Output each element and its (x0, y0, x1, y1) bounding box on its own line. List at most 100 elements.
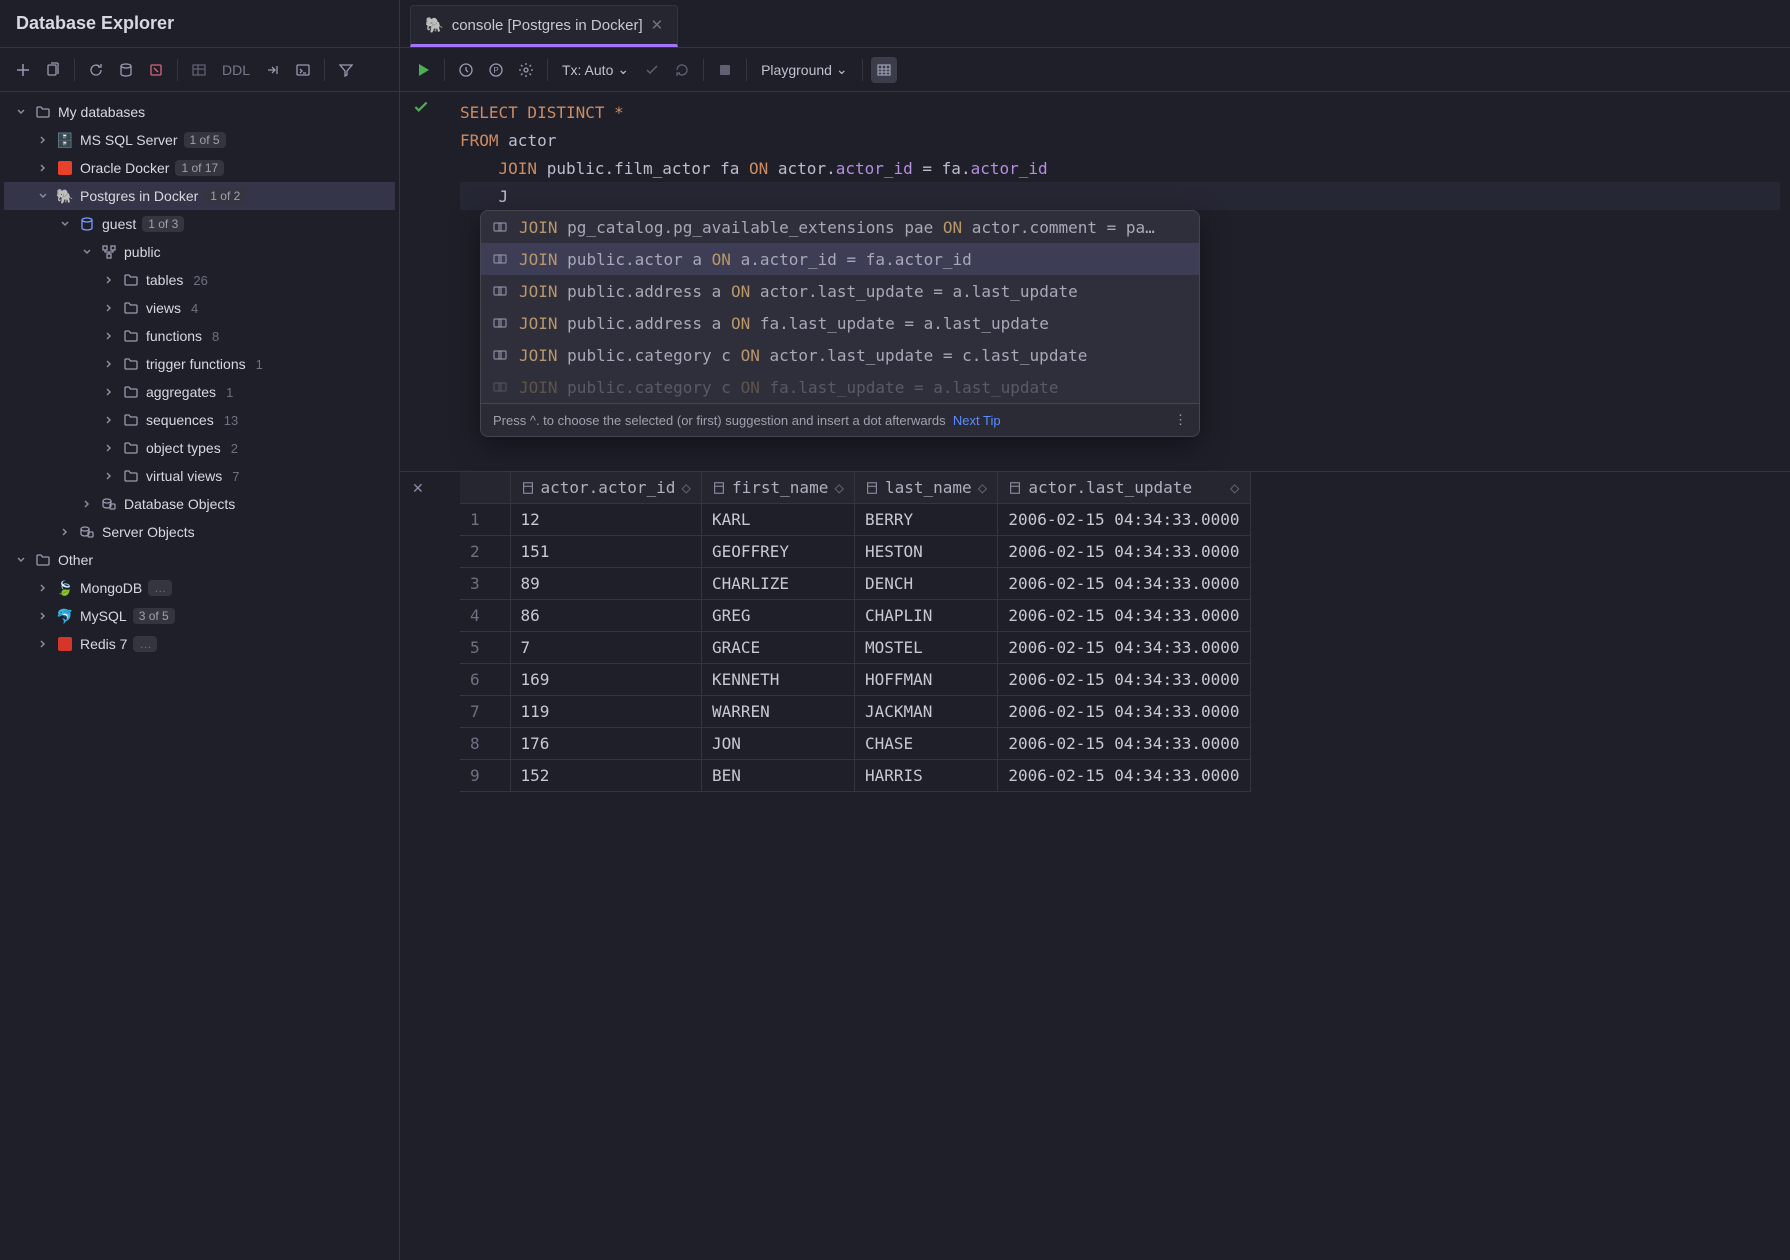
cell-first-name[interactable]: KENNETH (702, 664, 855, 696)
autocomplete-item[interactable]: JOIN public.actor a ON a.actor_id = fa.a… (481, 243, 1199, 275)
tree-item[interactable]: aggregates1 (4, 378, 395, 406)
cell-last-name[interactable]: MOSTEL (854, 632, 997, 664)
chevron-right-icon[interactable] (36, 133, 50, 147)
explain-icon[interactable]: P (483, 57, 509, 83)
chevron-down-icon[interactable] (58, 217, 72, 231)
cell-last-update[interactable]: 2006-02-15 04:34:33.0000 (998, 568, 1250, 600)
chevron-down-icon[interactable] (14, 105, 28, 119)
jump-icon[interactable] (260, 57, 286, 83)
cell-first-name[interactable]: GRACE (702, 632, 855, 664)
tree-item[interactable]: 🍃MongoDB… (4, 574, 395, 602)
cell-actor-id[interactable]: 151 (510, 536, 702, 568)
column-header[interactable]: actor.last_update◇ (998, 472, 1250, 504)
cell-first-name[interactable]: WARREN (702, 696, 855, 728)
chevron-right-icon[interactable] (36, 161, 50, 175)
autocomplete-item[interactable]: JOIN public.category c ON fa.last_update… (481, 371, 1199, 403)
cell-actor-id[interactable]: 119 (510, 696, 702, 728)
chevron-right-icon[interactable] (102, 357, 116, 371)
column-header[interactable]: first_name◇ (702, 472, 855, 504)
cell-last-name[interactable]: HESTON (854, 536, 997, 568)
chevron-right-icon[interactable] (102, 273, 116, 287)
cell-last-name[interactable]: JACKMAN (854, 696, 997, 728)
chevron-right-icon[interactable] (102, 413, 116, 427)
chevron-down-icon[interactable] (14, 553, 28, 567)
cell-last-update[interactable]: 2006-02-15 04:34:33.0000 (998, 504, 1250, 536)
chevron-right-icon[interactable] (36, 609, 50, 623)
sort-icon[interactable]: ◇ (978, 478, 988, 497)
tree-item[interactable]: My databases (4, 98, 395, 126)
sort-icon[interactable]: ◇ (834, 478, 844, 497)
close-icon[interactable]: ✕ (412, 480, 424, 497)
tree-item[interactable]: trigger functions1 (4, 350, 395, 378)
column-header[interactable]: last_name◇ (854, 472, 997, 504)
cell-last-update[interactable]: 2006-02-15 04:34:33.0000 (998, 536, 1250, 568)
tree-item[interactable]: public (4, 238, 395, 266)
cell-last-update[interactable]: 2006-02-15 04:34:33.0000 (998, 632, 1250, 664)
autocomplete-item[interactable]: JOIN public.category c ON actor.last_upd… (481, 339, 1199, 371)
cell-first-name[interactable]: JON (702, 728, 855, 760)
cell-actor-id[interactable]: 169 (510, 664, 702, 696)
tree-item[interactable]: Oracle Docker1 of 17 (4, 154, 395, 182)
cell-last-update[interactable]: 2006-02-15 04:34:33.0000 (998, 760, 1250, 792)
table-row[interactable]: 57GRACEMOSTEL2006-02-15 04:34:33.0000 (460, 632, 1250, 664)
chevron-right-icon[interactable] (58, 525, 72, 539)
cell-last-name[interactable]: DENCH (854, 568, 997, 600)
tree-item[interactable]: tables26 (4, 266, 395, 294)
chevron-right-icon[interactable] (36, 637, 50, 651)
tab-console[interactable]: 🐘 console [Postgres in Docker] ✕ (410, 5, 678, 47)
cell-last-update[interactable]: 2006-02-15 04:34:33.0000 (998, 728, 1250, 760)
autocomplete-item[interactable]: JOIN public.address a ON actor.last_upda… (481, 275, 1199, 307)
sort-icon[interactable]: ◇ (1230, 478, 1240, 497)
tree-item[interactable]: Server Objects (4, 518, 395, 546)
table-row[interactable]: 7119WARRENJACKMAN2006-02-15 04:34:33.000… (460, 696, 1250, 728)
playground-dropdown[interactable]: Playground⌄ (755, 61, 854, 78)
tree-item[interactable]: Other (4, 546, 395, 574)
settings-icon[interactable] (513, 57, 539, 83)
rollback-icon[interactable] (669, 57, 695, 83)
chevron-right-icon[interactable] (36, 581, 50, 595)
tree-item[interactable]: Redis 7… (4, 630, 395, 658)
refresh-icon[interactable] (83, 57, 109, 83)
table-row[interactable]: 2151GEOFFREYHESTON2006-02-15 04:34:33.00… (460, 536, 1250, 568)
sql-editor[interactable]: SELECT DISTINCT * FROM actor JOIN public… (400, 92, 1790, 472)
tree-item[interactable]: 🐘Postgres in Docker1 of 2 (4, 182, 395, 210)
cell-last-name[interactable]: CHASE (854, 728, 997, 760)
cell-first-name[interactable]: GEOFFREY (702, 536, 855, 568)
chevron-right-icon[interactable] (102, 469, 116, 483)
cell-actor-id[interactable]: 86 (510, 600, 702, 632)
column-header[interactable]: actor.actor_id◇ (510, 472, 702, 504)
results-table[interactable]: actor.actor_id◇first_name◇last_name◇acto… (460, 472, 1251, 792)
table-row[interactable]: 389CHARLIZEDENCH2006-02-15 04:34:33.0000 (460, 568, 1250, 600)
tree-item[interactable]: views4 (4, 294, 395, 322)
tree-item[interactable]: object types2 (4, 434, 395, 462)
copy-icon[interactable] (40, 57, 66, 83)
tree-item[interactable]: functions8 (4, 322, 395, 350)
cell-first-name[interactable]: KARL (702, 504, 855, 536)
cell-last-update[interactable]: 2006-02-15 04:34:33.0000 (998, 664, 1250, 696)
cell-last-update[interactable]: 2006-02-15 04:34:33.0000 (998, 696, 1250, 728)
autocomplete-item[interactable]: JOIN pg_catalog.pg_available_extensions … (481, 211, 1199, 243)
close-icon[interactable]: ✕ (651, 16, 664, 34)
chevron-right-icon[interactable] (102, 441, 116, 455)
db-sync-icon[interactable] (113, 57, 139, 83)
autocomplete-item[interactable]: JOIN public.address a ON fa.last_update … (481, 307, 1199, 339)
table-row[interactable]: 486GREGCHAPLIN2006-02-15 04:34:33.0000 (460, 600, 1250, 632)
database-tree[interactable]: My databases🗄️MS SQL Server1 of 5Oracle … (0, 92, 399, 1260)
cell-actor-id[interactable]: 152 (510, 760, 702, 792)
tx-mode-dropdown[interactable]: Tx: Auto⌄ (556, 61, 635, 78)
tree-item[interactable]: 🗄️MS SQL Server1 of 5 (4, 126, 395, 154)
chevron-right-icon[interactable] (102, 301, 116, 315)
chevron-right-icon[interactable] (80, 497, 94, 511)
cell-first-name[interactable]: BEN (702, 760, 855, 792)
add-icon[interactable] (10, 57, 36, 83)
filter-icon[interactable] (333, 57, 359, 83)
table-row[interactable]: 6169KENNETHHOFFMAN2006-02-15 04:34:33.00… (460, 664, 1250, 696)
code-area[interactable]: SELECT DISTINCT * FROM actor JOIN public… (400, 92, 1790, 216)
cell-actor-id[interactable]: 12 (510, 504, 702, 536)
cell-first-name[interactable]: CHARLIZE (702, 568, 855, 600)
cell-last-name[interactable]: HOFFMAN (854, 664, 997, 696)
next-tip-link[interactable]: Next Tip (953, 413, 1001, 428)
table-row[interactable]: 8176JONCHASE2006-02-15 04:34:33.0000 (460, 728, 1250, 760)
cell-last-name[interactable]: CHAPLIN (854, 600, 997, 632)
history-icon[interactable] (453, 57, 479, 83)
